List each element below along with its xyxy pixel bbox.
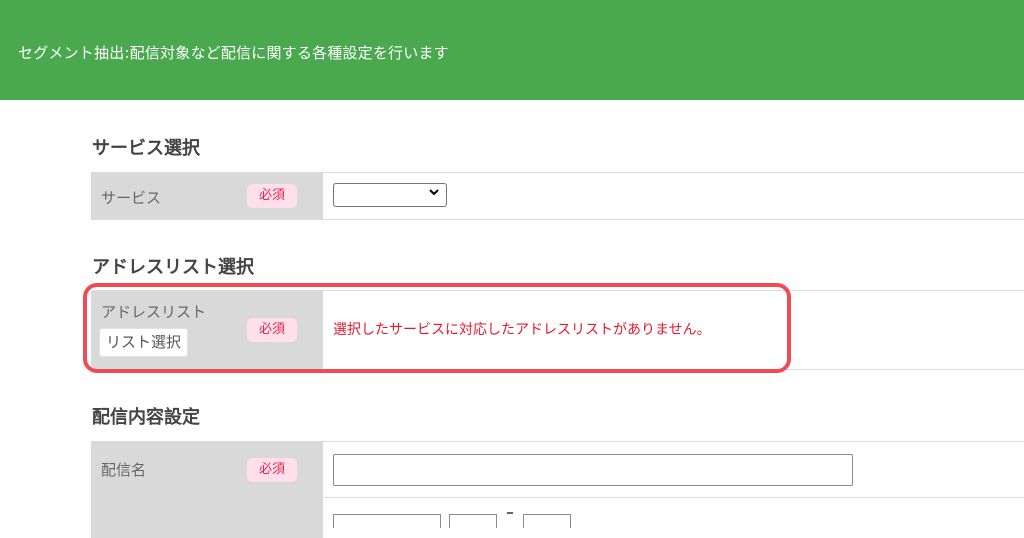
section-title-service: サービス選択: [92, 138, 200, 159]
section-title-address-list: アドレスリスト選択: [92, 257, 254, 278]
required-badge: 必須: [247, 458, 297, 482]
hour-select[interactable]: [449, 514, 497, 528]
delivery-name-label: 配信名: [101, 461, 147, 479]
delivery-datetime-row: [91, 497, 1024, 538]
date-input[interactable]: [333, 514, 441, 528]
service-label-cell: サービス 必須: [91, 173, 323, 219]
required-badge: 必須: [247, 184, 297, 208]
service-row: サービス 必須: [91, 172, 1024, 220]
section-title-delivery: 配信内容設定: [92, 407, 200, 428]
service-select[interactable]: [333, 183, 447, 207]
delivery-datetime-label-cell: [91, 498, 323, 538]
delivery-name-label-cell: 配信名 必須: [91, 442, 323, 498]
delivery-name-input[interactable]: [333, 454, 853, 486]
service-label: サービス: [101, 189, 162, 207]
chevron-down-icon: [428, 186, 440, 201]
delivery-name-row: 配信名 必須: [91, 441, 1024, 499]
highlight-frame: [83, 283, 791, 373]
page-header: セグメント抽出:配信対象など配信に関する各種設定を行います: [0, 0, 1024, 100]
header-title: セグメント抽出:配信対象など配信に関する各種設定を行います: [18, 44, 449, 62]
time-separator: [507, 512, 513, 514]
minute-select[interactable]: [523, 514, 571, 528]
